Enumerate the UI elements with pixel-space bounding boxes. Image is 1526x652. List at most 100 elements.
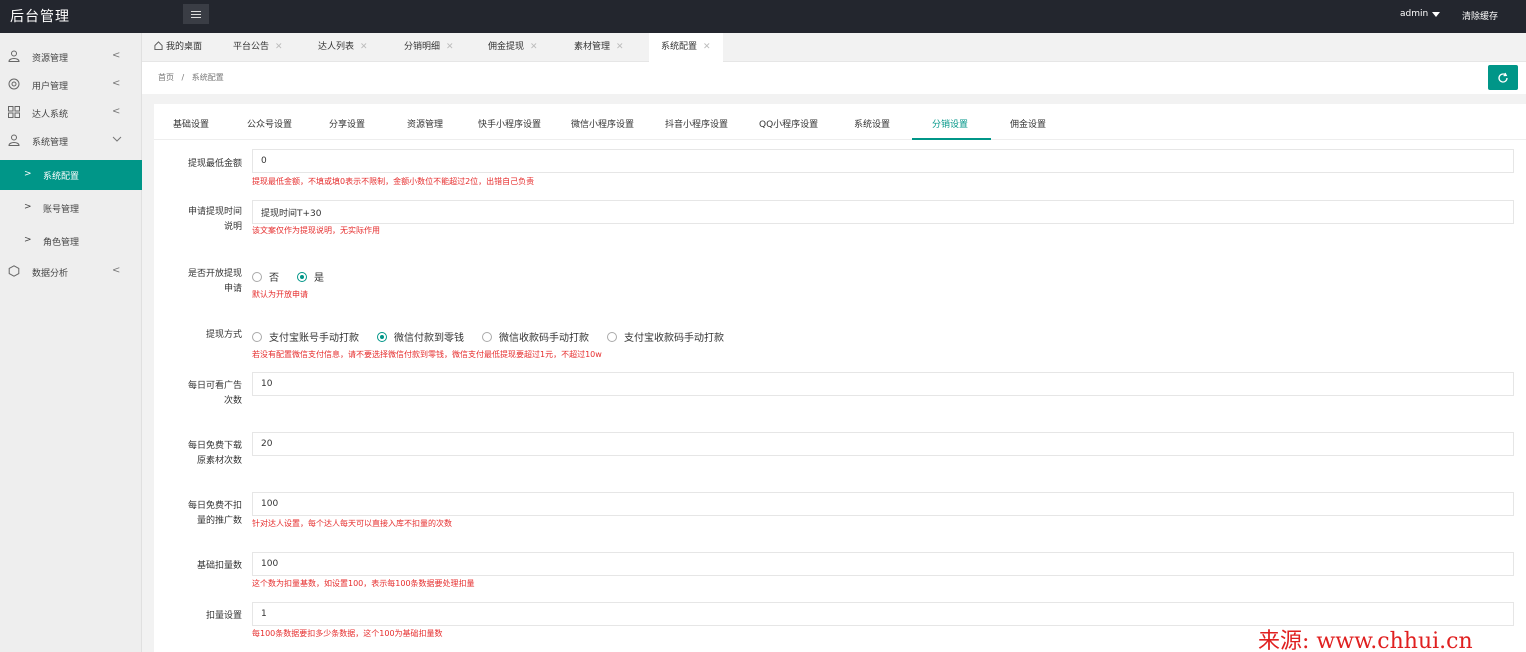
sidebar-item-roles[interactable]: > 角色管理 [0,226,142,256]
sidebar-sub-label: 角色管理 [43,238,80,248]
close-icon[interactable]: ✕ [530,42,538,52]
deduct-setting-hint: 每100条数据要扣多少条数据，这个100为基础扣量数 [252,629,443,638]
tab-distribution-details[interactable]: 分销明细 ✕ [404,33,454,62]
withdraw-method-hint: 若没有配置微信支付信息，请不要选择微信付款到零钱，微信支付最低提现要超过1元，不… [252,350,602,359]
radio-wechat-qr[interactable]: 微信收款码手动打款 [482,329,589,344]
radio-label: 微信收款码手动打款 [499,333,589,344]
sidebar-item-system-config[interactable]: > 系统配置 [0,160,142,190]
chevron-right-icon: > [24,235,32,245]
chevron-down-icon [112,136,122,142]
menu-toggle-button[interactable] [183,4,209,24]
hamburger-icon [191,10,201,18]
tab-kuaishou-settings[interactable]: 快手小程序设置 [478,117,541,130]
sidebar-item-label: 数据分析 [32,269,69,279]
radio-alipay-account[interactable]: 支付宝账号手动打款 [252,329,359,344]
tab-share-settings[interactable]: 分享设置 [329,117,365,130]
chevron-right-icon: > [24,202,32,212]
settings-panel: 基础设置 公众号设置 分享设置 资源管理 快手小程序设置 微信小程序设置 抖音小… [154,104,1526,652]
grid-icon [8,106,20,118]
close-icon[interactable]: ✕ [360,42,368,52]
tab-materials[interactable]: 素材管理 ✕ [574,33,624,62]
settings-tabs: 基础设置 公众号设置 分享设置 资源管理 快手小程序设置 微信小程序设置 抖音小… [154,104,1526,140]
tab-douyin-settings[interactable]: 抖音小程序设置 [665,117,728,130]
radio-no[interactable]: 否 [252,269,279,284]
radio-yes[interactable]: 是 [297,269,324,284]
withdraw-time-hint: 该文案仅作为提现说明，无实际作用 [252,226,380,235]
base-deduct-input[interactable] [252,552,1514,576]
radio-checked-icon [377,331,387,342]
tab-home[interactable]: 我的桌面 [154,33,202,62]
close-icon[interactable]: ✕ [275,42,283,52]
top-bar: 后台管理 admin 清除缓存 [0,0,1526,33]
breadcrumb-current: 系统配置 [191,73,224,82]
radio-label: 支付宝收款码手动打款 [624,333,724,344]
open-withdraw-hint: 默认为开放申请 [252,290,308,299]
close-icon[interactable]: ✕ [616,42,624,52]
tab-commission-withdraw[interactable]: 佣金提现 ✕ [488,33,538,62]
close-icon[interactable]: ✕ [446,42,454,52]
tab-label: 分销明细 [404,42,441,52]
radio-alipay-qr[interactable]: 支付宝收款码手动打款 [607,329,724,344]
base-deduct-label: 基础扣量数 [196,561,242,571]
chevron-left-icon: < [112,106,121,117]
radio-label: 微信付款到零钱 [394,333,464,344]
breadcrumb: 首页 / 系统配置 [158,72,224,83]
label-line: 原素材次数 [196,456,242,466]
daily-free-download-input[interactable] [252,432,1514,456]
close-icon[interactable]: ✕ [703,42,711,52]
tab-system-settings[interactable]: 系统设置 [854,117,890,130]
withdraw-time-input[interactable] [252,200,1514,224]
daily-ads-input[interactable] [252,372,1514,396]
chevron-right-icon: > [24,169,32,179]
tab-announcements[interactable]: 平台公告 ✕ [233,33,283,62]
radio-label: 否 [269,273,279,284]
sidebar-item-accounts[interactable]: > 账号管理 [0,193,142,223]
sidebar-item-label: 用户管理 [32,82,69,92]
user-icon [8,50,20,62]
min-withdraw-hint: 提现最低金额，不填或填0表示不限制，金额小数位不能超过2位，出错自己负责 [252,177,535,186]
tab-wechat-miniapp-settings[interactable]: 微信小程序设置 [571,117,634,130]
user-menu[interactable]: admin [1400,9,1441,19]
tab-label: 我的桌面 [166,42,203,52]
chevron-left-icon: < [112,50,121,61]
breadcrumb-separator: / [181,73,185,82]
chevron-left-icon: < [112,78,121,89]
breadcrumb-bar: 首页 / 系统配置 [142,62,1526,94]
tab-distribution-settings[interactable]: 分销设置 [932,117,968,130]
min-withdraw-input[interactable] [252,149,1514,173]
tab-qq-settings[interactable]: QQ小程序设置 [759,117,818,130]
sidebar-item-label: 资源管理 [32,54,69,64]
radio-label: 支付宝账号手动打款 [269,333,359,344]
tab-label: 平台公告 [233,42,270,52]
radio-wechat-pay[interactable]: 微信付款到零钱 [377,329,464,344]
settings-icon [8,78,20,90]
refresh-button[interactable] [1488,65,1518,90]
user-icon [8,134,20,146]
hexagon-icon [8,265,20,277]
tab-talent-list[interactable]: 达人列表 ✕ [318,33,368,62]
tab-official-account-settings[interactable]: 公众号设置 [247,117,292,130]
sidebar-item-label: 达人系统 [32,110,69,120]
app-title: 后台管理 [10,9,70,25]
sidebar-item-talent[interactable]: 达人系统 < [0,99,142,127]
clear-cache-link[interactable]: 清除缓存 [1462,9,1498,22]
withdraw-time-label: 申请提现时间 说明 [160,205,242,235]
tab-basic-settings[interactable]: 基础设置 [173,117,209,130]
home-icon [154,41,163,50]
breadcrumb-home[interactable]: 首页 [158,73,174,82]
sidebar-item-system[interactable]: 系统管理 [0,127,142,155]
radio-label: 是 [314,273,324,284]
sidebar-item-resources[interactable]: 资源管理 < [0,43,142,71]
sidebar-item-users[interactable]: 用户管理 < [0,71,142,99]
chevron-left-icon: < [112,265,121,276]
sidebar-item-analytics[interactable]: 数据分析 < [0,258,142,286]
tab-resource-management[interactable]: 资源管理 [407,117,443,130]
tab-commission-settings[interactable]: 佣金设置 [1010,117,1046,130]
label-line: 申请提现时间 [187,207,242,217]
withdraw-method-label: 提现方式 [205,330,242,340]
tab-system-config[interactable]: 系统配置 ✕ [649,33,723,62]
radio-checked-icon [297,271,307,282]
radio-circle-icon [252,331,262,342]
sidebar-sub-label: 账号管理 [43,205,80,215]
daily-free-promo-input[interactable] [252,492,1514,516]
